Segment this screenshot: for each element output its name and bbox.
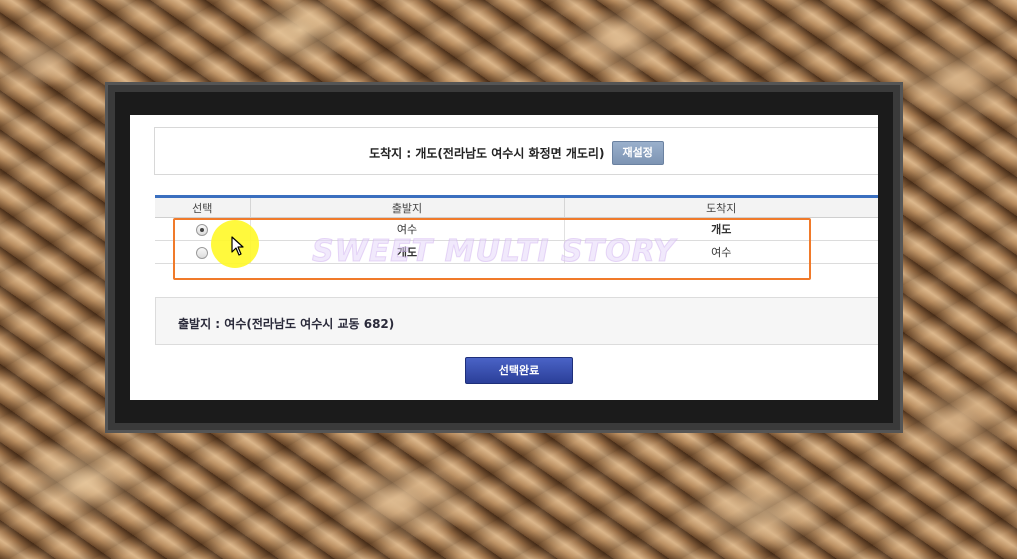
mouse-pointer-icon	[231, 236, 244, 256]
column-header-destination: 도착지	[564, 196, 878, 218]
origin-summary: 출발지 : 여수(전라남도 여수시 교동 682)	[155, 297, 878, 345]
reset-button[interactable]: 재설정	[611, 141, 664, 165]
table-header-row: 선택 출발지 도착지	[155, 196, 878, 218]
destination-label: 도착지 : 개도(전라남도 여수시 화정면 개도리)	[369, 146, 605, 161]
highlight-rectangle	[173, 218, 811, 280]
column-header-origin: 출발지	[250, 196, 565, 218]
destination-box: 도착지 : 개도(전라남도 여수시 화정면 개도리) 재설정	[154, 127, 878, 175]
column-header-select: 선택	[155, 196, 251, 218]
confirm-selection-button[interactable]: 선택완료	[465, 357, 573, 384]
